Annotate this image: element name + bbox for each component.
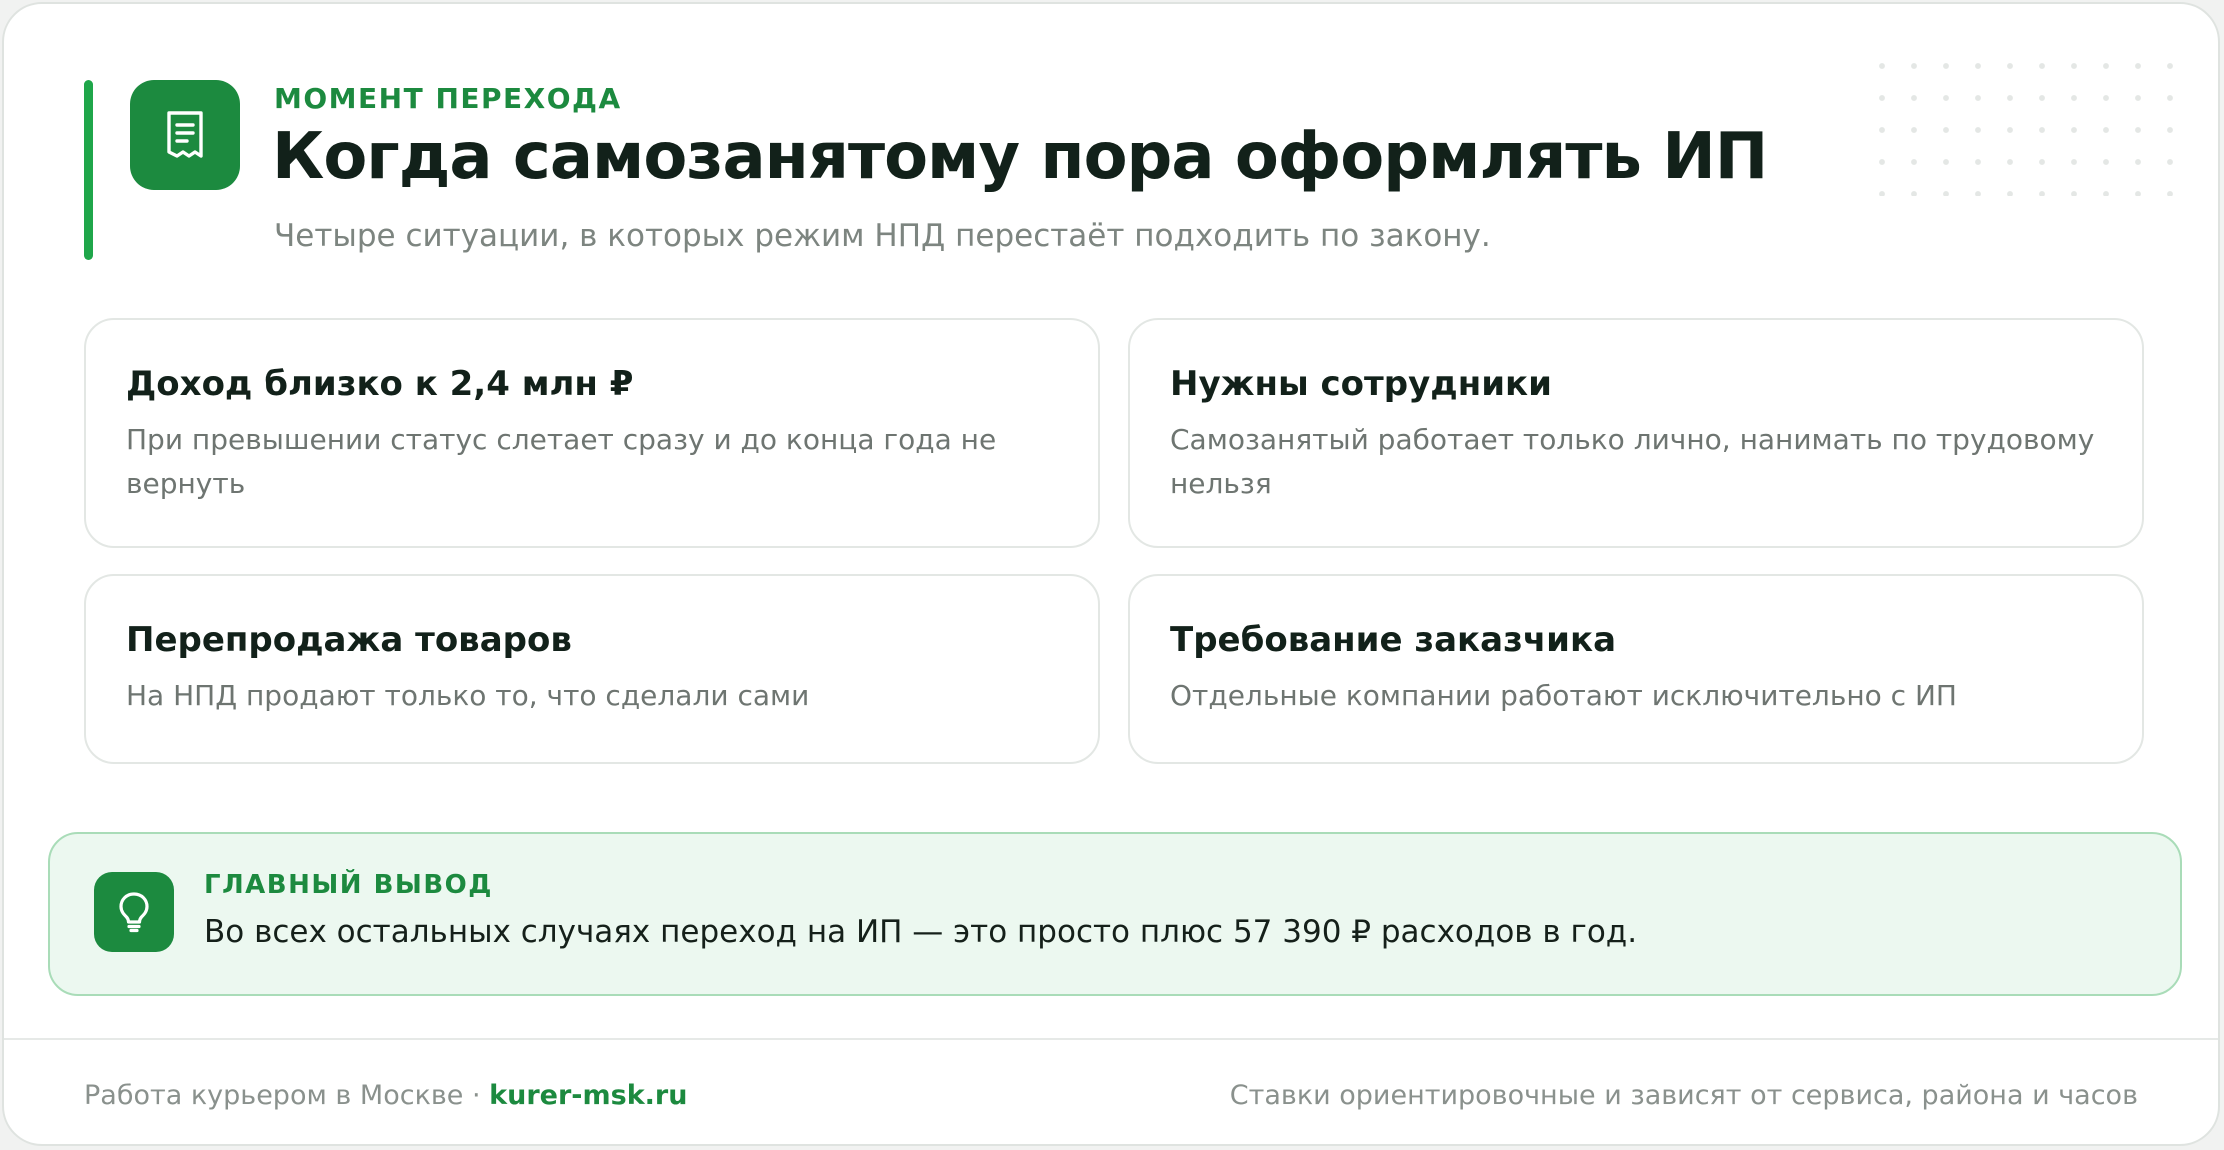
- situation-text: Самозанятый работает только лично, наним…: [1170, 423, 2095, 500]
- situation-text: На НПД продают только то, что сделали са…: [126, 679, 810, 712]
- takeaway-box: ГЛАВНЫЙ ВЫВОД Во всех остальных случаях …: [48, 832, 2182, 996]
- receipt-icon: [130, 80, 240, 190]
- situation-text: При превышении статус слетает сразу и до…: [126, 423, 997, 500]
- situation-card-income: Доход близко к 2,4 млн ₽ При превышении …: [84, 318, 1100, 548]
- decorative-dot-grid: [1866, 50, 2176, 196]
- footer-divider: [4, 1038, 2218, 1040]
- situation-card-client-requirement: Требование заказчика Отдельные компании …: [1128, 574, 2144, 764]
- lightbulb-icon: [94, 872, 174, 952]
- situation-title: Доход близко к 2,4 млн ₽: [126, 364, 634, 404]
- footer-source-text: Работа курьером в Москве ·: [84, 1080, 481, 1111]
- takeaway-label: ГЛАВНЫЙ ВЫВОД: [204, 870, 493, 900]
- situation-text: Отдельные компании работают исключительн…: [1170, 679, 1957, 712]
- footer-source: Работа курьером в Москве · kurer-msk.ru: [84, 1080, 687, 1111]
- takeaway-text: Во всех остальных случаях переход на ИП …: [204, 914, 1638, 950]
- site-link[interactable]: kurer-msk.ru: [489, 1080, 687, 1111]
- situation-title: Требование заказчика: [1170, 620, 1617, 660]
- page-subtitle: Четыре ситуации, в которых режим НПД пер…: [274, 218, 1491, 254]
- situation-card-resale: Перепродажа товаров На НПД продают тольк…: [84, 574, 1100, 764]
- situation-title: Нужны сотрудники: [1170, 364, 1552, 404]
- page-title: Когда самозанятому пора оформлять ИП: [272, 120, 1768, 194]
- infographic-card: МОМЕНТ ПЕРЕХОДА Когда самозанятому пора …: [2, 2, 2220, 1146]
- footer-disclaimer: Ставки ориентировочные и зависят от серв…: [1229, 1080, 2138, 1111]
- situation-title: Перепродажа товаров: [126, 620, 572, 660]
- situation-card-employees: Нужны сотрудники Самозанятый работает то…: [1128, 318, 2144, 548]
- header-accent-bar: [84, 80, 93, 260]
- section-eyebrow: МОМЕНТ ПЕРЕХОДА: [274, 82, 622, 115]
